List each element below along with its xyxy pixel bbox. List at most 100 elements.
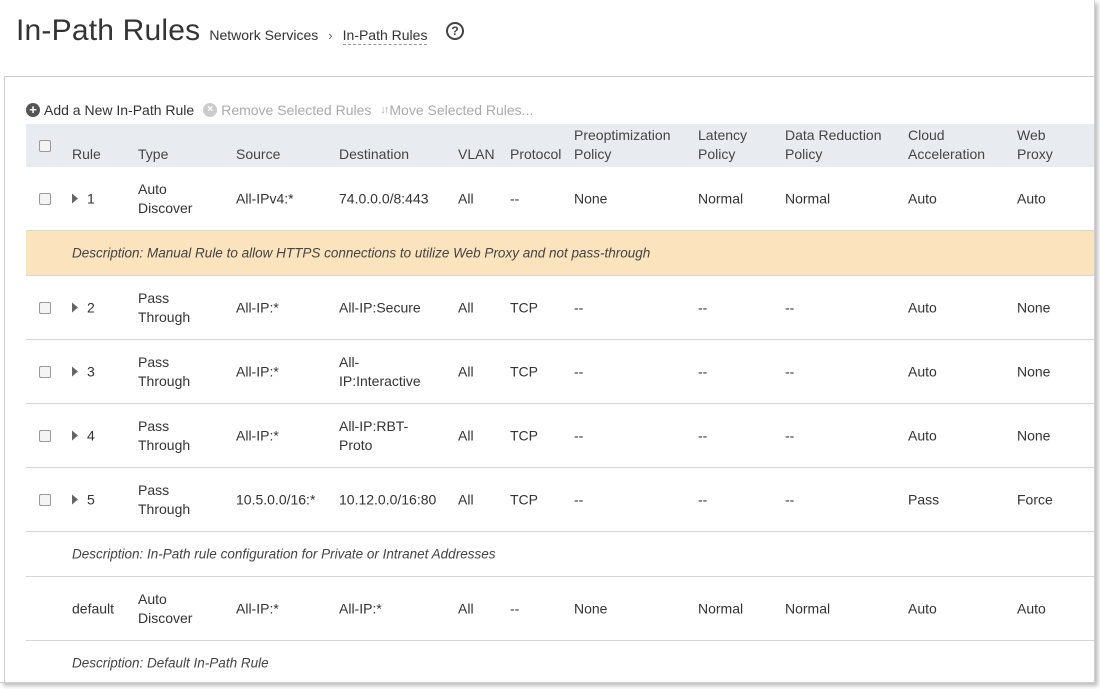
rule-description-row[interactable]: Description: In-Path rule configuration … bbox=[26, 532, 1094, 577]
rule-number[interactable]: 4 bbox=[72, 426, 95, 445]
row-checkbox[interactable] bbox=[39, 493, 51, 506]
rule-protocol: TCP bbox=[510, 363, 538, 379]
rule-type-line1: Pass bbox=[138, 417, 170, 434]
breadcrumb: Network Services › In-Path Rules bbox=[209, 27, 428, 45]
rule-preopt-policy: None bbox=[574, 190, 608, 206]
rule-preopt-policy: -- bbox=[574, 363, 584, 379]
rule-protocol: TCP bbox=[510, 491, 538, 507]
rule-destination: 10.12.0.0/16:80 bbox=[339, 491, 437, 507]
rule-destination: All-IP:* bbox=[339, 600, 382, 616]
rule-dr-policy: -- bbox=[785, 491, 795, 507]
rule-type-line1: Auto bbox=[138, 180, 167, 197]
rule-type-line1: Pass bbox=[138, 481, 170, 498]
rules-panel: + Add a New In-Path Rule × Remove Select… bbox=[4, 76, 1094, 682]
table-row-default[interactable]: default Auto Discover All-IP:* All-IP:* A… bbox=[26, 577, 1094, 641]
rule-preopt-policy: -- bbox=[574, 491, 584, 507]
expand-triangle-icon[interactable] bbox=[72, 302, 78, 312]
col-preoptimization-policy[interactable]: Preoptimization Policy bbox=[574, 126, 671, 164]
rule-type: Pass Through bbox=[138, 353, 190, 391]
col-wp-line2: Proxy bbox=[1017, 146, 1053, 162]
table-row[interactable]: 4 Pass Through All-IP:* All-IP:RBT- Proto … bbox=[26, 404, 1094, 468]
row-checkbox[interactable] bbox=[39, 301, 51, 314]
col-web-proxy[interactable]: Web Proxy bbox=[1017, 126, 1053, 164]
col-protocol[interactable]: Protocol bbox=[510, 145, 561, 164]
rule-number-label: 2 bbox=[87, 299, 95, 315]
rule-description: Description: Manual Rule to allow HTTPS … bbox=[72, 245, 651, 261]
rule-vlan: All bbox=[458, 427, 474, 443]
toolbar: + Add a New In-Path Rule × Remove Select… bbox=[26, 102, 542, 118]
table-row[interactable]: 3 Pass Through All-IP:* All- IP:Interactiv… bbox=[26, 340, 1094, 404]
row-checkbox[interactable] bbox=[39, 429, 51, 442]
rule-type: Auto Discover bbox=[138, 180, 192, 218]
rule-dr-policy: -- bbox=[785, 363, 795, 379]
col-type[interactable]: Type bbox=[138, 145, 168, 164]
rule-description-row[interactable]: Description: Manual Rule to allow HTTPS … bbox=[26, 231, 1094, 276]
help-icon[interactable]: ? bbox=[446, 22, 464, 40]
rule-dr-policy: Normal bbox=[785, 600, 831, 616]
rule-number[interactable]: 3 bbox=[72, 362, 95, 381]
rule-latency-policy: Normal bbox=[698, 190, 744, 206]
col-destination[interactable]: Destination bbox=[339, 145, 409, 164]
row-checkbox[interactable] bbox=[39, 192, 51, 205]
rule-source: All-IP:* bbox=[236, 427, 279, 443]
rule-destination-line1: All- bbox=[339, 353, 360, 370]
rule-preopt-policy: None bbox=[574, 600, 608, 616]
rule-protocol: TCP bbox=[510, 299, 538, 315]
col-cloud-acceleration[interactable]: Cloud Acceleration bbox=[908, 126, 985, 164]
rule-type-line1: Pass bbox=[138, 353, 170, 370]
rule-dr-policy: Normal bbox=[785, 190, 831, 206]
table-row[interactable]: 5 Pass Through 10.5.0.0/16:* 10.12.0.0/16… bbox=[26, 468, 1094, 532]
page-title: In-Path Rules bbox=[16, 14, 201, 47]
move-rules-label: Move Selected Rules... bbox=[389, 102, 534, 118]
rule-vlan: All bbox=[458, 363, 474, 379]
rule-destination-line2: IP:Interactive bbox=[339, 372, 421, 389]
rule-web-proxy: None bbox=[1017, 363, 1051, 379]
breadcrumb-network-services[interactable]: Network Services bbox=[209, 27, 318, 43]
rule-type: Auto Discover bbox=[138, 590, 192, 628]
rule-source: All-IP:* bbox=[236, 363, 279, 379]
rule-type-line2: Through bbox=[138, 372, 191, 389]
rule-number[interactable]: 5 bbox=[72, 490, 95, 509]
col-source[interactable]: Source bbox=[236, 145, 280, 164]
breadcrumb-in-path-rules[interactable]: In-Path Rules bbox=[342, 27, 428, 45]
rule-source: All-IP:* bbox=[236, 600, 279, 616]
rule-number-label: 4 bbox=[87, 427, 95, 443]
rule-web-proxy: Force bbox=[1017, 491, 1053, 507]
col-vlan[interactable]: VLAN bbox=[458, 145, 495, 164]
expand-triangle-icon[interactable] bbox=[72, 366, 78, 376]
expand-triangle-icon[interactable] bbox=[72, 494, 78, 504]
select-all-checkbox[interactable] bbox=[39, 139, 51, 152]
rule-cloud-acceleration: Auto bbox=[908, 600, 937, 616]
rule-latency-policy: -- bbox=[698, 363, 708, 379]
expand-triangle-icon[interactable] bbox=[72, 430, 78, 440]
rule-number-label: 3 bbox=[87, 363, 95, 379]
rule-type: Pass Through bbox=[138, 289, 190, 327]
rule-cloud-acceleration: Pass bbox=[908, 491, 940, 507]
rule-type-line2: Discover bbox=[138, 609, 193, 626]
move-rules-button[interactable]: ↓↑ Move Selected Rules... bbox=[380, 102, 533, 118]
col-latency-policy[interactable]: Latency Policy bbox=[698, 126, 747, 164]
rule-vlan: All bbox=[458, 299, 474, 315]
rule-destination: All-IP:Secure bbox=[339, 299, 421, 315]
rule-web-proxy: Auto bbox=[1017, 190, 1046, 206]
add-rule-button[interactable]: + Add a New In-Path Rule bbox=[26, 102, 194, 118]
rule-description-row[interactable]: Description: Default In-Path Rule bbox=[26, 641, 1094, 682]
rule-source: All-IP:* bbox=[236, 299, 279, 315]
rule-description: Description: Default In-Path Rule bbox=[72, 655, 269, 671]
table-row[interactable]: 1 Auto Discover All-IPv4:* 74.0.0.0/8:443… bbox=[26, 167, 1094, 231]
rules-table: Rule Type Source Destination VLAN Protoc… bbox=[26, 124, 1094, 682]
add-rule-label: Add a New In-Path Rule bbox=[44, 102, 195, 118]
rule-number[interactable]: 1 bbox=[72, 189, 95, 208]
rule-protocol: -- bbox=[510, 600, 520, 616]
col-rule[interactable]: Rule bbox=[72, 145, 101, 164]
remove-rules-button[interactable]: × Remove Selected Rules bbox=[203, 102, 371, 118]
rule-number[interactable]: default bbox=[72, 599, 114, 618]
col-dr-line2: Policy bbox=[785, 146, 823, 162]
rule-number[interactable]: 2 bbox=[72, 298, 95, 317]
table-row[interactable]: 2 Pass Through All-IP:* All-IP:Secure All… bbox=[26, 276, 1094, 340]
expand-triangle-icon[interactable] bbox=[72, 193, 78, 203]
col-data-reduction-policy[interactable]: Data Reduction Policy bbox=[785, 126, 882, 164]
row-checkbox[interactable] bbox=[39, 365, 51, 378]
rule-cloud-acceleration: Auto bbox=[908, 427, 937, 443]
rule-source: 10.5.0.0/16:* bbox=[236, 491, 316, 507]
